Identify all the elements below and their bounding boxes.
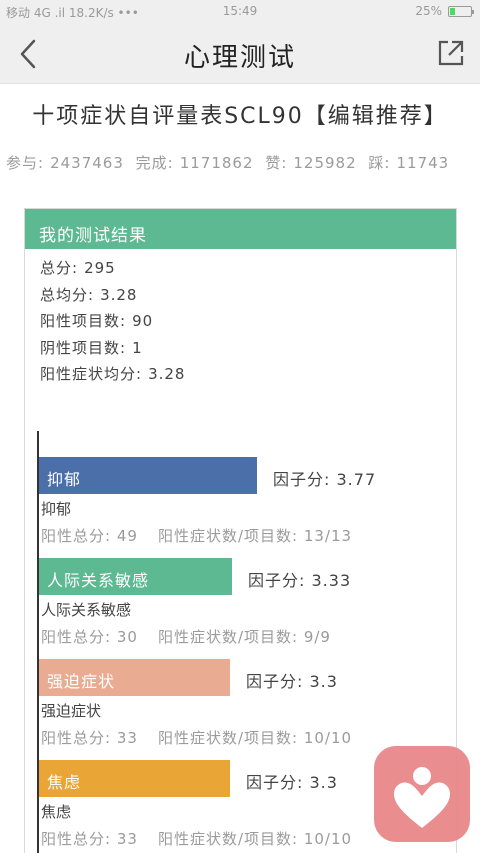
factor-score-value: 3.3: [309, 672, 338, 691]
share-external-icon: [438, 40, 464, 66]
status-battery-group: 25%: [415, 4, 474, 18]
detail-label: 阳性总分:: [41, 729, 112, 747]
factor-score: 因子分: 3.33: [248, 567, 351, 591]
detail-value: 10/10: [303, 729, 353, 747]
factor-score: 因子分: 3.77: [273, 466, 376, 490]
summary-value: 295: [84, 259, 116, 277]
detail-label: 阳性症状数/项目数:: [157, 628, 299, 646]
factor-bar: 焦虑: [39, 760, 230, 797]
completed-count: 1171862: [179, 154, 254, 172]
test-title: 十项症状自评量表SCL90【编辑推荐】: [32, 104, 448, 129]
summary-positive-average: 阳性症状均分: 3.28: [40, 363, 185, 390]
summary-label: 阳性项目数:: [40, 312, 127, 330]
detail-label: 阳性总分:: [41, 628, 112, 646]
factor-score-value: 3.33: [311, 571, 352, 590]
floating-app-button[interactable]: [374, 746, 470, 842]
dislikes-label: 踩:: [368, 154, 391, 172]
detail-value: 13/13: [303, 527, 353, 545]
summary-label: 阳性症状均分:: [40, 365, 143, 383]
detail-value: 9/9: [303, 628, 331, 646]
summary-label: 总分:: [40, 259, 79, 277]
factor-score-label: 因子分:: [273, 470, 331, 489]
likes-count: 125982: [293, 154, 357, 172]
detail-label: 阳性总分:: [41, 830, 112, 848]
factor-name: 人际关系敏感: [41, 601, 132, 619]
factor-detail: 阳性总分: 33 阳性症状数/项目数: 10/10: [41, 727, 352, 748]
summary-label: 总均分:: [40, 285, 95, 304]
factor-detail: 阳性总分: 33 阳性症状数/项目数: 10/10: [41, 828, 352, 849]
dislikes-count: 11743: [396, 154, 450, 172]
summary-average: 总均分: 3.28: [40, 284, 185, 311]
heart-person-icon: [394, 767, 450, 828]
nav-bar: 心理测试: [0, 24, 480, 84]
factor-score: 因子分: 3.3: [246, 769, 338, 793]
completed-label: 完成:: [135, 154, 174, 172]
detail-value: 49: [116, 527, 138, 545]
detail-label: 阳性症状数/项目数:: [157, 527, 299, 545]
result-header: 我的测试结果: [25, 209, 456, 249]
factor-score-label: 因子分:: [246, 672, 304, 691]
battery-icon: [448, 5, 474, 17]
summary-value: 3.28: [148, 365, 186, 383]
likes-label: 赞:: [265, 154, 288, 172]
detail-label: 阳性总分:: [41, 527, 112, 545]
participants-label: 参与:: [6, 154, 45, 172]
factor-score-label: 因子分:: [248, 571, 306, 590]
page-title: 心理测试: [183, 43, 296, 73]
result-summary: 总分: 295 总均分: 3.28 阳性项目数: 90 阴性项目数: 1 阳性症状均分:…: [40, 257, 185, 390]
detail-label: 阳性症状数/项目数:: [157, 729, 299, 747]
summary-label: 阴性项目数:: [40, 338, 127, 357]
factor-score: 因子分: 3.3: [246, 668, 338, 692]
detail-label: 阳性症状数/项目数:: [157, 830, 299, 848]
status-time: 15:49: [222, 4, 258, 18]
factor-name: 强迫症状: [41, 702, 102, 720]
detail-value: 33: [116, 830, 138, 848]
detail-value: 33: [116, 729, 138, 747]
factor-bar: 强迫症状: [39, 659, 230, 696]
test-stats: 参与: 2437463 完成: 1171862 赞: 125982 踩: 11743: [6, 152, 480, 173]
detail-value: 10/10: [303, 830, 353, 848]
factor-name: 抑郁: [41, 500, 72, 518]
summary-value: 90: [132, 312, 154, 330]
factor-detail: 阳性总分: 49 阳性症状数/项目数: 13/13: [41, 525, 352, 546]
summary-value: 1: [132, 338, 143, 357]
factor-score-value: 3.3: [309, 773, 338, 792]
factor-bar: 人际关系敏感: [39, 558, 232, 595]
factor-detail: 阳性总分: 30 阳性症状数/项目数: 9/9: [41, 626, 331, 647]
share-button[interactable]: [436, 38, 466, 68]
summary-positive-items: 阳性项目数: 90: [40, 310, 185, 337]
summary-negative-items: 阴性项目数: 1: [40, 337, 185, 364]
summary-value: 3.28: [100, 285, 138, 304]
factor-bar: 抑郁: [39, 457, 257, 494]
factor-score-value: 3.77: [336, 470, 377, 489]
factor-score-label: 因子分:: [246, 773, 304, 792]
status-bar: 移动 4G .il 18.2K/s ••• 15:49 25%: [0, 0, 480, 24]
participants-count: 2437463: [50, 154, 124, 172]
factor-name: 焦虑: [41, 803, 72, 821]
summary-total: 总分: 295: [40, 257, 185, 284]
battery-percent: 25%: [415, 4, 442, 18]
detail-value: 30: [116, 628, 138, 646]
